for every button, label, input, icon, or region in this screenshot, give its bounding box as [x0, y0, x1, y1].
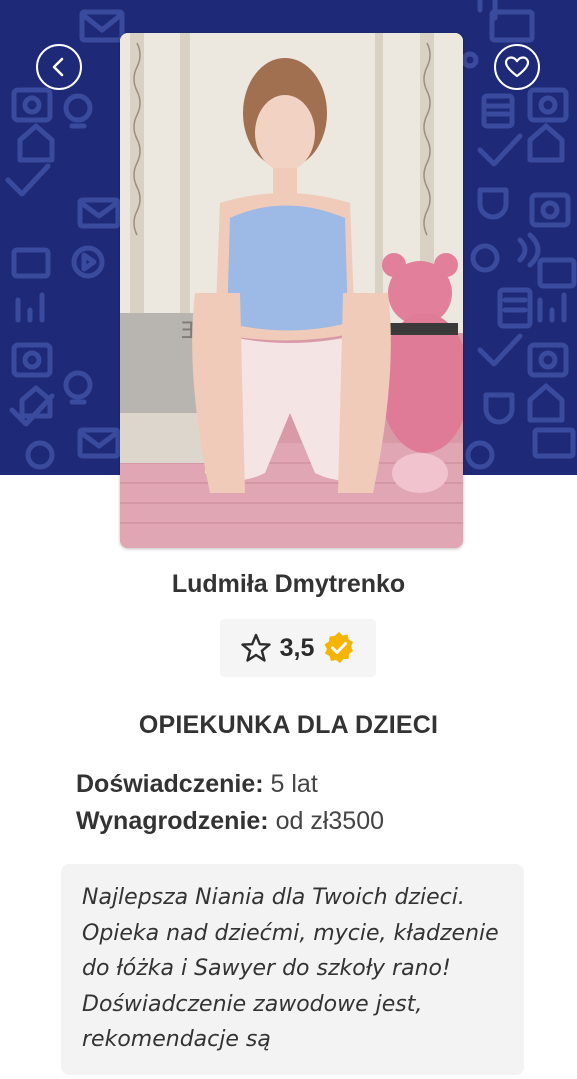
rating-badge: 3,5 — [220, 619, 376, 677]
salary-row: Wynagrodzenie: od zł3500 — [76, 807, 384, 836]
profile-name: Ludmiła Dmytrenko — [171, 570, 406, 598]
profile-photo-image: LOVE — [120, 33, 463, 548]
chevron-left-icon — [52, 57, 64, 77]
description-text: Najlepsza Niania dla Twoich dzieci. Opie… — [82, 885, 499, 1052]
profile-photo: LOVE — [120, 33, 463, 548]
favorite-button[interactable] — [494, 44, 540, 90]
rating-value: 3,5 — [279, 633, 315, 662]
experience-label: Doświadczenie: — [76, 770, 264, 798]
description-card: Najlepsza Niania dla Twoich dzieci. Opie… — [61, 864, 524, 1075]
salary-label: Wynagrodzenie: — [76, 807, 269, 835]
job-title: OPIEKUNKA DLA DZIECI — [138, 711, 439, 739]
experience-row: Doświadczenie: 5 lat — [76, 770, 318, 799]
heart-icon — [504, 56, 530, 78]
salary-value: od zł3500 — [275, 807, 385, 835]
star-outline-icon — [240, 633, 271, 662]
experience-value: 5 lat — [270, 770, 318, 798]
back-button[interactable] — [36, 44, 82, 90]
verified-badge-icon — [324, 632, 354, 663]
